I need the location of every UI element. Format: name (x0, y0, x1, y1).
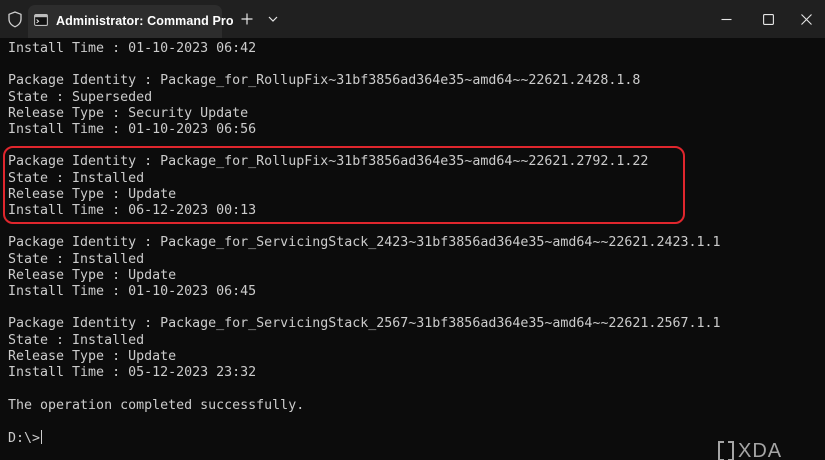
command-prompt: D:\> (8, 431, 41, 446)
plus-icon (241, 13, 253, 25)
terminal-output[interactable]: Install Time : 01-10-2023 06:42 Package … (0, 38, 825, 460)
tab-dropdown-button[interactable] (263, 7, 283, 31)
close-icon (800, 13, 812, 25)
close-button[interactable] (788, 7, 824, 31)
output-line: Package Identity : Package_for_RollupFix… (8, 73, 641, 88)
output-line: Package Identity : Package_for_Servicing… (8, 316, 721, 331)
output-line: Install Time : 05-12-2023 23:32 (8, 365, 257, 380)
maximize-button[interactable] (750, 7, 786, 31)
title-bar[interactable]: Administrator: Command Pro (0, 0, 825, 38)
output-line: State : Installed (8, 333, 145, 348)
output-line: Install Time : 01-10-2023 06:45 (8, 284, 257, 299)
output-line: Release Type : Update (8, 268, 177, 283)
minimize-button[interactable] (708, 7, 744, 31)
output-line: Release Type : Update (8, 349, 177, 364)
highlight-box (3, 146, 685, 224)
new-tab-button[interactable] (234, 7, 260, 31)
tab-title: Administrator: Command Pro (56, 14, 234, 28)
output-line: State : Superseded (8, 90, 153, 105)
tab-command-prompt[interactable]: Administrator: Command Pro (28, 5, 234, 38)
watermark-text: XDA (738, 439, 783, 460)
shield-icon (8, 11, 22, 28)
xda-logo-icon (718, 441, 734, 460)
output-line: Package Identity : Package_for_Servicing… (8, 235, 721, 250)
terminal-icon (34, 14, 48, 26)
text-cursor (41, 430, 43, 444)
chevron-down-icon (268, 16, 278, 22)
minimize-icon (721, 18, 731, 20)
output-line: State : Installed (8, 252, 145, 267)
output-line: Install Time : 01-10-2023 06:56 (8, 122, 257, 137)
output-line: Release Type : Security Update (8, 106, 249, 121)
xda-watermark: XDA (718, 440, 782, 460)
output-line: The operation completed successfully. (8, 398, 305, 413)
terminal-window: Administrator: Command Pro Install Time … (0, 0, 825, 460)
output-line: Install Time : 01-10-2023 06:42 (8, 41, 257, 56)
prompt-line[interactable]: D:\> (8, 430, 43, 446)
maximize-icon (762, 13, 774, 25)
